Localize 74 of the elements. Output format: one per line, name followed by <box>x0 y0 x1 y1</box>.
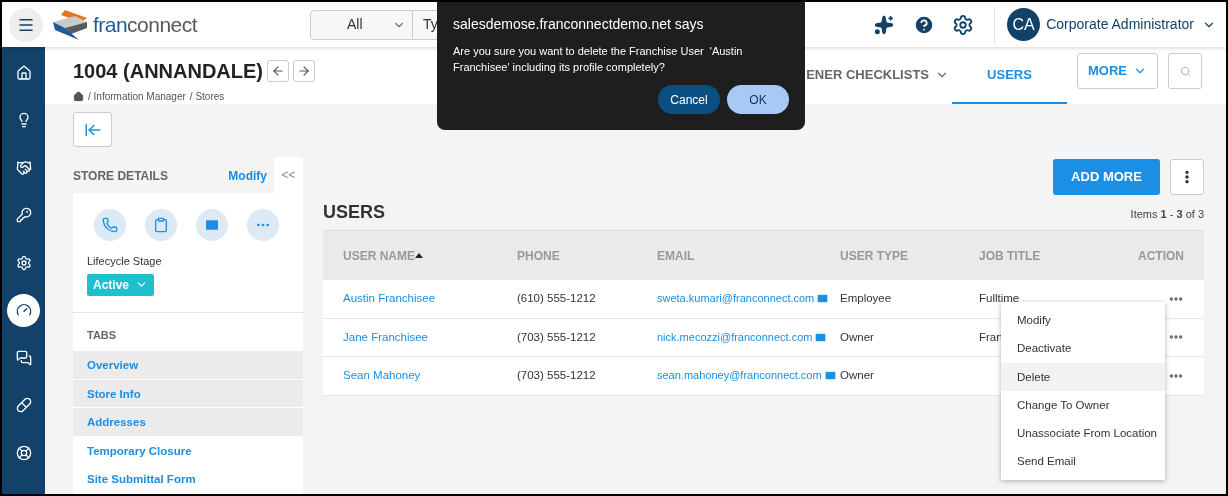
scope-dropdown[interactable]: All <box>310 9 413 40</box>
breadcrumb-link[interactable]: / Stores <box>189 89 225 104</box>
tab-link[interactable]: Store Info <box>73 379 303 408</box>
previous-button[interactable] <box>267 60 290 82</box>
dialog-message: Are you sure you want to delete the Franchise User 'Austin Franchisee' including its profile completely? <box>453 44 744 75</box>
lifecycle-label: Lifecycle Stage <box>86 254 163 269</box>
store-details-title: STORE DETAILS <box>73 168 168 185</box>
next-button[interactable] <box>293 60 316 82</box>
key-icon <box>15 207 32 224</box>
phone-cell-text: (703) 555-1212 <box>517 329 597 345</box>
help-icon[interactable] <box>913 13 936 36</box>
user-type-cell-text: Employee <box>840 291 893 307</box>
job-title-cell: Fulltime <box>979 292 1020 305</box>
add-more-button[interactable]: ADD MORE <box>1053 159 1160 195</box>
arrow-left-icon <box>271 64 286 78</box>
clipboard-button[interactable] <box>145 209 177 241</box>
dialog-button[interactable]: Cancel <box>658 85 720 114</box>
handshake-icon <box>15 159 32 176</box>
dialog-title: salesdemose.franconnectdemo.net says <box>453 15 705 34</box>
user-name[interactable]: Corporate Administrator <box>1046 14 1194 35</box>
menu-item[interactable]: Modify <box>1001 306 1165 335</box>
email-link[interactable]: nick.mecozzi@franconnect.com <box>657 330 813 343</box>
breadcrumb-link[interactable]: / Information Manager <box>88 89 186 104</box>
user-type-cell-text: Owner <box>840 329 875 345</box>
user-name-link[interactable]: Austin Franchisee <box>323 290 517 308</box>
user-type-cell-text: Owner <box>840 368 875 384</box>
items-count: Items 1 - 3 of 3 <box>1130 206 1204 222</box>
menu-button[interactable] <box>9 7 43 42</box>
email-link[interactable]: sweta.kumari@franconnect.com <box>657 292 815 304</box>
tab[interactable]: USERS <box>952 47 1067 104</box>
sidebar-item[interactable] <box>7 293 40 327</box>
column-header[interactable]: USER TYPE <box>840 246 979 265</box>
settings-icon[interactable] <box>952 13 975 36</box>
column-header[interactable]: JOB TITLE <box>979 246 1120 265</box>
user-name-link[interactable]: Sean Mahoney <box>323 367 517 385</box>
options-button[interactable] <box>1170 159 1204 195</box>
users-heading: USERS <box>323 201 385 224</box>
modify-link[interactable]: Modify <box>228 167 267 185</box>
email-link[interactable]: sean.mahoney@franconnect.com <box>657 369 822 381</box>
menu-item[interactable]: Send Email <box>1001 447 1165 476</box>
dialog-button[interactable]: OK <box>727 85 789 114</box>
page-title: 1004 (ANNANDALE) <box>73 59 264 84</box>
tab-link[interactable]: Overview <box>73 351 303 380</box>
logo-text: franconnect <box>93 11 197 38</box>
collapse-tab[interactable]: << <box>274 157 303 193</box>
user-name-link[interactable]: Jane Franchisee <box>323 328 517 346</box>
avatar[interactable]: CA <box>1007 8 1041 41</box>
menu-item[interactable]: Change To Owner <box>1001 390 1165 420</box>
lifebuoy-icon <box>15 444 32 461</box>
menu-item[interactable]: Delete <box>1001 362 1165 391</box>
column-header[interactable]: ACTION <box>1120 246 1204 265</box>
column-header[interactable]: EMAIL <box>657 246 840 265</box>
home-icon <box>15 64 32 81</box>
sparkle-icon[interactable] <box>874 14 895 35</box>
phone-button[interactable] <box>94 209 126 241</box>
search-icon <box>1179 65 1191 77</box>
pill-icon <box>15 397 32 414</box>
clipboard-icon <box>153 217 169 233</box>
lifecycle-dropdown[interactable]: Active <box>87 273 155 296</box>
chat-icon <box>15 349 32 366</box>
menu-item[interactable]: Unassociate From Location <box>1001 419 1165 448</box>
more-button[interactable]: MORE <box>1077 53 1158 89</box>
phone-cell-text: (703) 555-1212 <box>517 368 597 384</box>
tabs-title: TABS <box>86 327 118 343</box>
home-icon[interactable] <box>73 91 84 102</box>
column-header[interactable]: PHONE <box>517 246 657 265</box>
menu-item[interactable]: Deactivate <box>1001 334 1165 363</box>
tab-link[interactable]: Addresses <box>73 408 303 437</box>
column-header[interactable]: USER NAME <box>323 246 517 265</box>
settings-icon <box>15 254 32 271</box>
arrow-right-icon <box>297 64 312 78</box>
phone-icon <box>102 217 118 233</box>
tab[interactable]: ENER CHECKLISTS <box>802 47 952 104</box>
phone-cell-text: (610) 555-1212 <box>517 291 597 307</box>
